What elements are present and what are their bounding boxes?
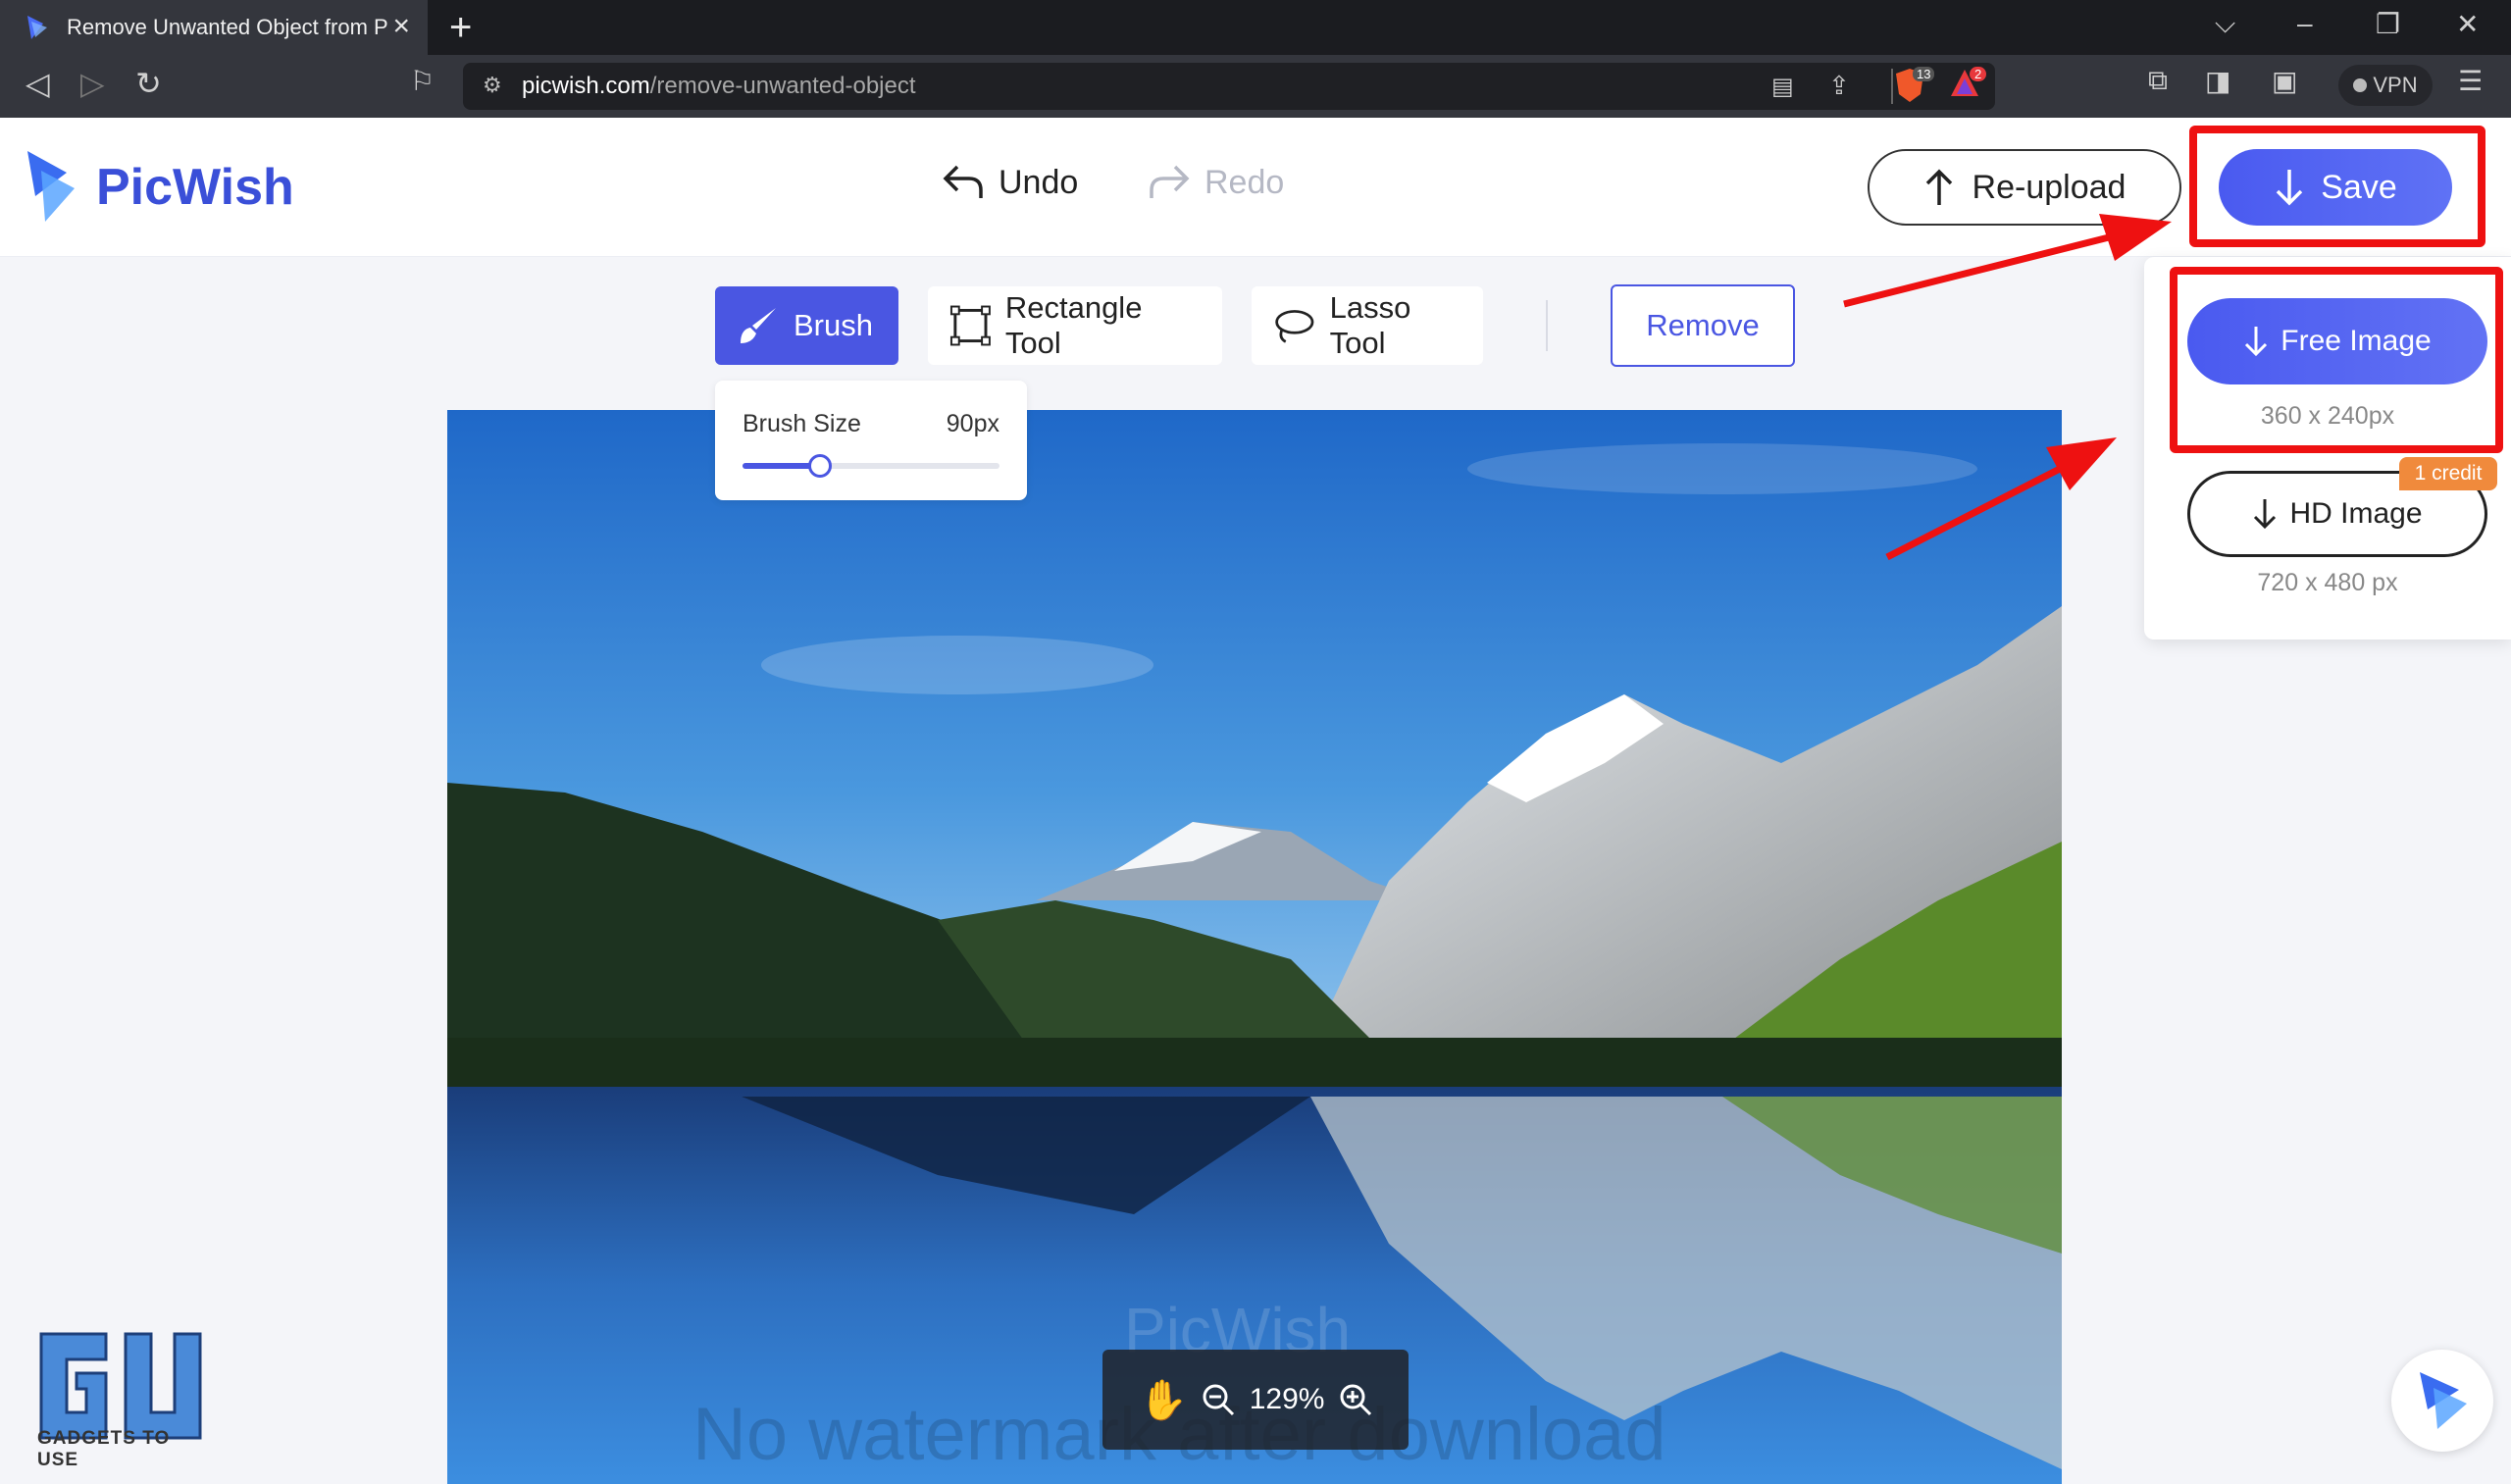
- annotation-arrows: [1843, 214, 2172, 561]
- arrow-to-save-head: [2099, 214, 2172, 261]
- picwish-assistant-button[interactable]: [2391, 1350, 2493, 1452]
- gadgets-to-use-caption: GADGETS TO USE: [37, 1428, 171, 1470]
- arrow-to-save: [1843, 233, 2110, 308]
- arrow-to-free-image-head: [2046, 437, 2117, 490]
- arrow-to-free-image: [1885, 465, 2062, 561]
- picwish-logo-icon: [2420, 1372, 2467, 1429]
